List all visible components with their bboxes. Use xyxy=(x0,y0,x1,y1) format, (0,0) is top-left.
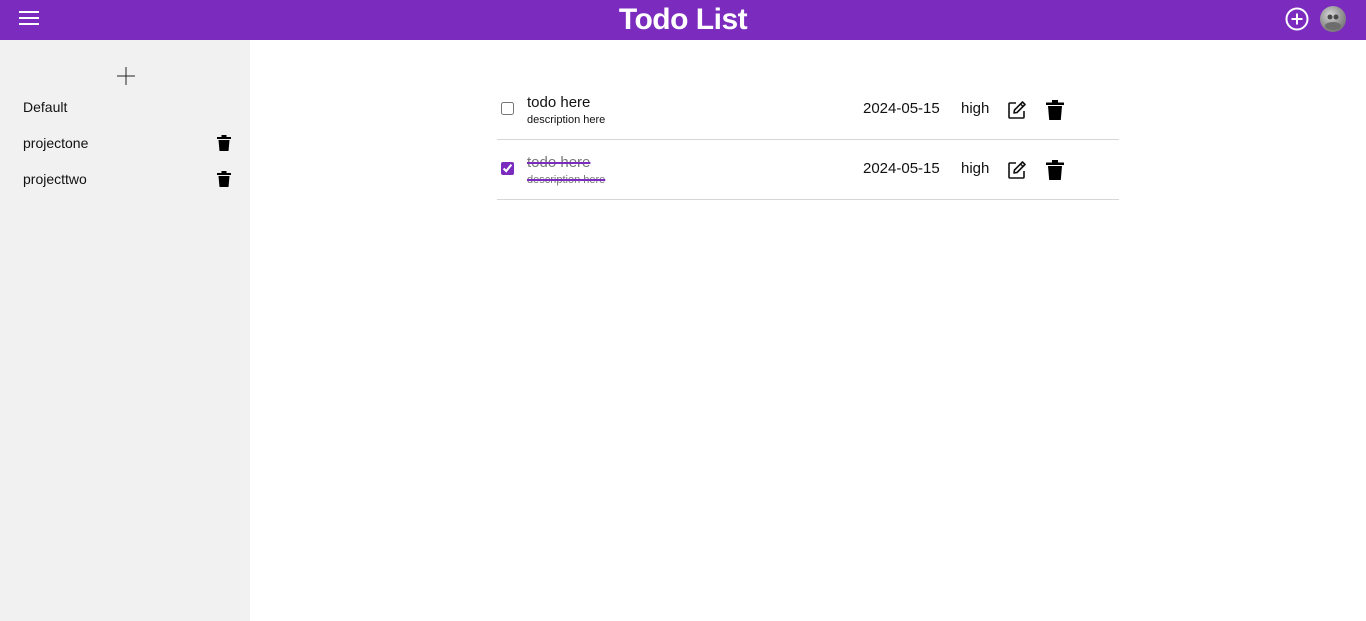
sidebar-item-projectone[interactable]: projectone xyxy=(23,131,233,155)
trash-icon[interactable] xyxy=(217,171,231,187)
trash-icon[interactable] xyxy=(217,135,231,151)
plus-circle-icon xyxy=(1285,7,1309,31)
todo-description: description here xyxy=(527,114,606,126)
app-title: Todo List xyxy=(618,3,748,36)
project-label: projecttwo xyxy=(23,171,87,187)
todo-item: todo here description here 2024-05-15 hi… xyxy=(497,140,1119,200)
todo-complete-checkbox[interactable] xyxy=(501,102,514,115)
edit-icon[interactable] xyxy=(1007,100,1027,120)
project-label: projectone xyxy=(23,135,89,151)
add-todo-button[interactable] xyxy=(1284,6,1310,32)
todo-complete-checkbox[interactable] xyxy=(501,162,514,175)
trash-icon[interactable] xyxy=(1046,160,1064,180)
todo-title: todo here xyxy=(527,154,591,171)
trash-icon[interactable] xyxy=(1046,100,1064,120)
todo-title: todo here xyxy=(527,94,591,111)
todo-priority: high xyxy=(961,160,990,177)
avatar[interactable] xyxy=(1320,6,1346,32)
todo-description: description here xyxy=(527,174,606,186)
top-bar: Todo List xyxy=(0,0,1366,40)
sidebar-item-default[interactable]: Default xyxy=(23,95,233,119)
todo-priority: high xyxy=(961,100,990,117)
project-sidebar: Default projectone projecttwo xyxy=(0,40,250,621)
todo-list: todo here description here 2024-05-15 hi… xyxy=(497,80,1119,200)
add-project-button[interactable] xyxy=(116,66,136,86)
todo-item: todo here description here 2024-05-15 hi… xyxy=(497,80,1119,140)
todo-due-date: 2024-05-15 xyxy=(863,100,940,117)
sidebar-item-projecttwo[interactable]: projecttwo xyxy=(23,167,233,191)
todo-due-date: 2024-05-15 xyxy=(863,160,940,177)
edit-icon[interactable] xyxy=(1007,160,1027,180)
project-label: Default xyxy=(23,99,68,115)
plus-icon xyxy=(117,67,135,85)
